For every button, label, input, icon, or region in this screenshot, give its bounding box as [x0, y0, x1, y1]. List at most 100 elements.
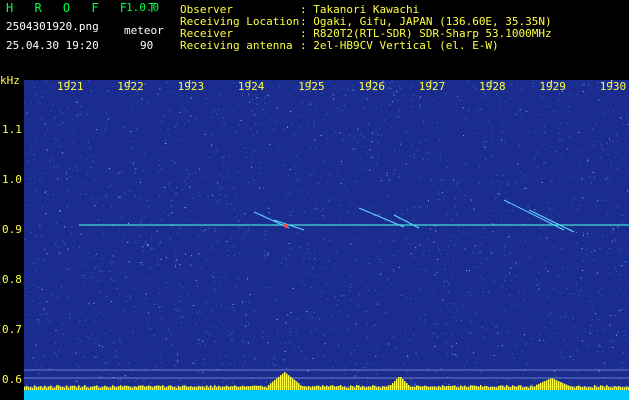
signal-bar [266, 387, 268, 390]
signal-bar [248, 386, 250, 390]
signal-bar [356, 385, 358, 390]
signal-bar [452, 385, 454, 390]
signal-bar [540, 382, 542, 390]
signal-bar [548, 379, 550, 390]
signal-bar [420, 386, 422, 390]
signal-bar [154, 386, 156, 390]
signal-bar [458, 387, 460, 390]
signal-bar [54, 387, 56, 390]
signal-bar [376, 387, 378, 390]
signal-bar [554, 379, 556, 390]
signal-bar [188, 387, 190, 390]
signal-bar [430, 386, 432, 390]
signal-bar [606, 385, 608, 390]
signal-bar [380, 387, 382, 390]
signal-bar [620, 387, 622, 390]
signal-bar [106, 386, 108, 390]
signal-bar [252, 385, 254, 390]
signal-bar [182, 385, 184, 390]
signal-bar [386, 386, 388, 390]
signal-bar [136, 387, 138, 390]
y-tick-label: 1.1 [2, 123, 22, 136]
x-tick-label: 1929 [539, 80, 566, 93]
signal-bar [400, 377, 402, 390]
signal-bar [586, 387, 588, 390]
signal-bar [288, 375, 290, 390]
signal-bar [172, 387, 174, 390]
spectrogram-background [24, 80, 629, 400]
signal-bar [90, 386, 92, 390]
signal-bar [30, 387, 32, 390]
signal-bar [566, 384, 568, 390]
signal-bar [552, 378, 554, 390]
signal-bar [488, 387, 490, 390]
signal-bar [366, 387, 368, 390]
signal-bar [414, 387, 416, 390]
signal-bar [378, 386, 380, 390]
signal-bar [82, 386, 84, 390]
signal-bar [52, 387, 54, 390]
signal-bar [468, 387, 470, 390]
signal-bar [362, 385, 364, 390]
signal-bar [504, 387, 506, 390]
signal-bar [116, 387, 118, 390]
signal-bar [398, 377, 400, 390]
signal-bar [312, 386, 314, 390]
signal-bar [518, 385, 520, 390]
signal-bar [536, 384, 538, 390]
signal-bar [290, 376, 292, 390]
signal-bar [124, 385, 126, 390]
signal-bar [316, 385, 318, 390]
signal-bar [556, 380, 558, 390]
signal-bar [410, 386, 412, 390]
signal-bar [336, 386, 338, 390]
signal-bar [498, 385, 500, 390]
signal-bar [298, 383, 300, 390]
signal-bar [258, 385, 260, 390]
signal-bar [330, 385, 332, 390]
signal-bar [506, 385, 508, 390]
meteor-head [284, 224, 288, 228]
signal-bar [24, 386, 26, 390]
signal-bar [322, 385, 324, 390]
signal-bar [582, 387, 584, 390]
signal-bar [390, 385, 392, 390]
signal-bar [426, 386, 428, 390]
signal-bar [296, 381, 298, 390]
signal-bar [464, 385, 466, 390]
station-info: Observer: Takanori Kawachi Receiving Loc… [180, 4, 552, 52]
signal-bar [250, 386, 252, 390]
signal-bar [126, 385, 128, 390]
signal-bar [310, 387, 312, 390]
signal-bar [238, 387, 240, 390]
header-panel: H R O F F T 1.0.0 2504301920.png meteor … [0, 0, 629, 72]
signal-bar [510, 387, 512, 390]
signal-bar [392, 383, 394, 390]
signal-bar [256, 385, 258, 390]
signal-bar [64, 387, 66, 390]
signal-bar [346, 387, 348, 390]
signal-bar [532, 386, 534, 390]
signal-bar [332, 385, 334, 390]
meteor-count: 90 [140, 39, 154, 52]
signal-bar [138, 385, 140, 390]
signal-bar [450, 386, 452, 390]
signal-bar [526, 386, 528, 390]
signal-baseline [24, 390, 629, 400]
signal-bar [388, 385, 390, 390]
signal-bar [534, 386, 536, 390]
signal-bar [194, 386, 196, 390]
signal-bar [164, 387, 166, 390]
signal-bar [176, 388, 178, 390]
signal-bar [244, 386, 246, 390]
signal-bar [206, 385, 208, 390]
signal-bar [260, 385, 262, 390]
file-name: 2504301920.png [6, 20, 99, 33]
signal-bar [524, 387, 526, 390]
signal-bar [214, 385, 216, 390]
signal-bar [62, 386, 64, 390]
signal-bar [196, 387, 198, 390]
signal-bar [306, 386, 308, 390]
signal-bar [340, 385, 342, 390]
signal-bar [370, 386, 372, 390]
